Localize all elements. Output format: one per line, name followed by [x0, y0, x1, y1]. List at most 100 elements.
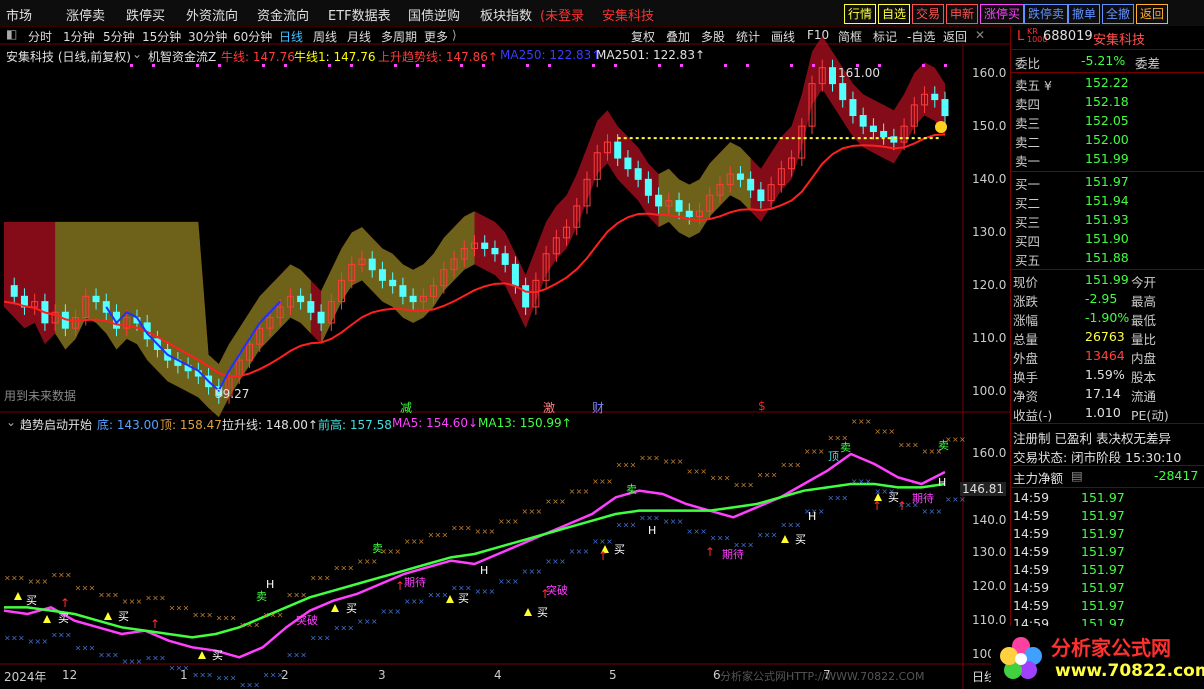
- support-mark: ×: [959, 495, 966, 504]
- bid-row[interactable]: 买五 151.88: [1011, 249, 1204, 268]
- stat-row: 总量 26763 量比: [1011, 328, 1204, 347]
- hope-signal: 期待: [404, 576, 426, 589]
- bid-price: 151.88: [1085, 250, 1129, 265]
- tick-price: 151.97: [1081, 490, 1125, 505]
- support-mark: ×: [404, 597, 411, 606]
- resistance-mark: ×: [239, 620, 246, 629]
- resistance-mark: ×: [253, 620, 260, 629]
- support-mark: ×: [545, 557, 552, 566]
- signal-dot: [790, 64, 793, 67]
- flower-logo-icon: [1000, 637, 1042, 679]
- support-mark: ×: [757, 530, 764, 539]
- candle: [481, 242, 489, 249]
- event-marker[interactable]: 减: [400, 399, 412, 416]
- stat-label-2: 最低: [1131, 313, 1157, 328]
- candle: [747, 178, 755, 191]
- resistance-mark: ×: [559, 497, 566, 506]
- back-button[interactable]: 返回: [1136, 4, 1169, 24]
- up-arrow-icon: ↑: [150, 617, 160, 631]
- bid-row[interactable]: 买二 151.94: [1011, 192, 1204, 211]
- tick-time: 14:59: [1013, 580, 1050, 595]
- site-logo: 分析家公式网 www.70822.com: [991, 626, 1204, 689]
- bid-row[interactable]: 买一 151.97: [1011, 173, 1204, 192]
- market-badge-icon: L: [1017, 29, 1025, 44]
- support-mark: ×: [505, 577, 512, 586]
- resistance-mark: ×: [757, 470, 764, 479]
- resistance-mark: ×: [300, 590, 307, 599]
- logo-url: www.70822.com: [1055, 661, 1204, 681]
- bid-price: 151.90: [1085, 231, 1129, 246]
- cancel-all-button[interactable]: 全撤: [1102, 4, 1135, 24]
- support-mark: ×: [136, 657, 143, 666]
- resistance-mark: ×: [764, 470, 771, 479]
- support-mark: ×: [623, 520, 630, 529]
- buy-triangle-icon: [14, 592, 22, 600]
- ask-row[interactable]: 卖二 152.00: [1011, 131, 1204, 150]
- support-mark: ×: [98, 650, 105, 659]
- support-mark: ×: [28, 637, 35, 646]
- ratio-value: -5.21%: [1081, 53, 1126, 68]
- resistance-mark: ×: [747, 480, 754, 489]
- support-mark: ×: [105, 650, 112, 659]
- support-mark: ×: [216, 674, 223, 683]
- resistance-mark: ×: [333, 564, 340, 573]
- x-tick: 2024年: [4, 670, 47, 684]
- stat-label: 涨跌: [1013, 294, 1039, 309]
- support-mark: ×: [324, 634, 331, 643]
- support-mark: ×: [700, 527, 707, 536]
- tick-time: 14:59: [1013, 526, 1050, 541]
- resistance-mark: ×: [693, 467, 700, 476]
- resistance-mark: ×: [246, 620, 253, 629]
- support-mark: ×: [199, 670, 206, 679]
- breakout-signal: 突破: [546, 584, 568, 597]
- ask-row[interactable]: 卖一 151.99: [1011, 150, 1204, 169]
- support-mark: ×: [239, 680, 246, 689]
- tick-price: 151.97: [1081, 580, 1125, 595]
- resistance-mark: ×: [710, 474, 717, 483]
- support-mark: ×: [841, 494, 848, 503]
- support-mark: ×: [646, 514, 653, 523]
- resistance-mark: ×: [263, 610, 270, 619]
- support-mark: ×: [818, 507, 825, 516]
- support-mark: ×: [270, 670, 277, 679]
- hold-signal: H: [938, 476, 947, 489]
- event-marker[interactable]: 激: [543, 399, 555, 416]
- support-mark: ×: [489, 587, 496, 596]
- buy-signal: 买: [614, 543, 625, 556]
- sell-signal: 卖: [938, 439, 949, 452]
- resistance-mark: ×: [206, 610, 213, 619]
- tick-time: 14:59: [1013, 508, 1050, 523]
- candle: [511, 263, 519, 287]
- sell-signal: 卖: [840, 441, 851, 454]
- event-marker[interactable]: $: [758, 399, 766, 413]
- main-tick: 120.0: [972, 278, 1007, 292]
- list-icon[interactable]: ▤: [1071, 468, 1083, 483]
- bid-row[interactable]: 买四 151.90: [1011, 230, 1204, 249]
- chart-canvas[interactable]: ××××××××××××××××××××××××××××××××××××××××…: [0, 0, 1010, 689]
- signal-dot: [614, 64, 617, 67]
- stat-row: 外盘 13464 内盘: [1011, 347, 1204, 366]
- main-flow-row[interactable]: 主力净额 ▤ -28417: [1011, 467, 1204, 486]
- resistance-mark: ×: [804, 447, 811, 456]
- support-mark: ×: [145, 654, 152, 663]
- ask-row[interactable]: 卖五 ¥ 152.22: [1011, 74, 1204, 93]
- support-mark: ×: [169, 664, 176, 673]
- tick-time: 14:59: [1013, 598, 1050, 613]
- candle: [869, 125, 877, 132]
- ask-row[interactable]: 卖三 152.05: [1011, 112, 1204, 131]
- resistance-mark: ×: [522, 507, 529, 516]
- candle: [624, 157, 632, 170]
- resistance-mark: ×: [465, 524, 472, 533]
- ask-row[interactable]: 卖四 152.18: [1011, 93, 1204, 112]
- hope-signal: 期待: [722, 548, 744, 561]
- cancel-order-button[interactable]: 撤单: [1068, 4, 1101, 24]
- support-mark: ×: [112, 650, 119, 659]
- signal-dot: [680, 64, 683, 67]
- resistance-mark: ×: [340, 564, 347, 573]
- tick-time: 14:59: [1013, 544, 1050, 559]
- limit-down-sell-button[interactable]: 跌停卖: [1024, 4, 1069, 24]
- bid-row[interactable]: 买三 151.93: [1011, 211, 1204, 230]
- event-marker[interactable]: 财: [592, 399, 604, 416]
- resistance-mark: ×: [18, 574, 25, 583]
- support-mark: ×: [787, 520, 794, 529]
